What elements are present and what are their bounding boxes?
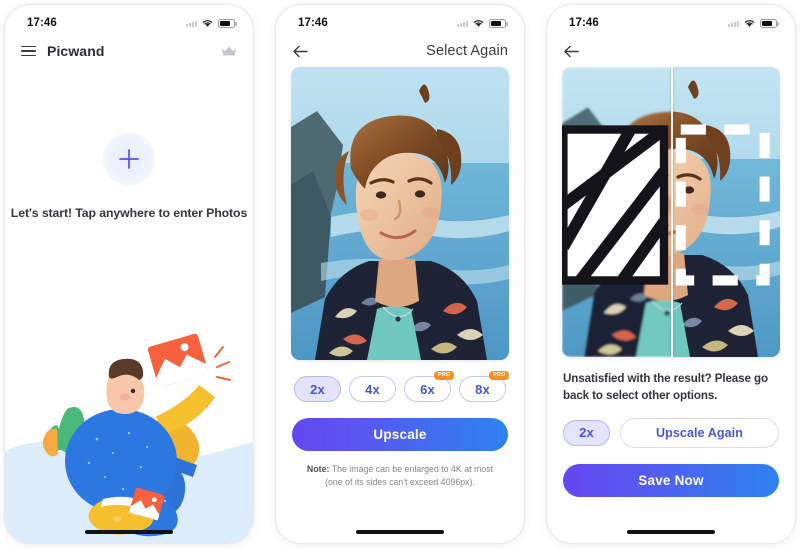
scale-option-label: 4x <box>365 381 380 397</box>
scale-option-label: 6x <box>420 381 435 397</box>
result-body: Unsatisfied with the result? Please go b… <box>547 67 795 543</box>
pro-badge: PRO <box>489 371 509 380</box>
back-arrow-icon[interactable] <box>563 44 580 59</box>
home-indicator <box>627 530 715 534</box>
result-message: Unsatisfied with the result? Please go b… <box>563 372 768 402</box>
note-line-1: The image can be enlarged to 4K at most <box>329 464 494 474</box>
status-icons <box>457 18 508 28</box>
hamburger-menu-icon[interactable] <box>21 45 36 57</box>
status-icons <box>728 18 779 28</box>
home-indicator <box>85 530 173 534</box>
plus-icon <box>119 149 139 169</box>
scale-option-label: 8x <box>475 381 490 397</box>
source-photo[interactable] <box>291 67 509 360</box>
app-title: Picwand <box>47 43 105 59</box>
compare-split-icon[interactable] <box>562 67 773 350</box>
scale-option-2x[interactable]: 2x <box>294 376 341 402</box>
photo-portrait <box>291 67 509 360</box>
note-line-2: (one of its sides can't exceed 4096px). <box>325 476 475 487</box>
status-bar: 17:46 <box>5 5 253 35</box>
scale-options-row: 2x 4x 6x PRO 8x PRO <box>292 371 509 402</box>
empty-state-hint: Let's start! Tap anywhere to enter Photo… <box>10 206 248 220</box>
wifi-icon <box>202 20 213 27</box>
status-bar: 17:46 <box>547 5 795 35</box>
status-time: 17:46 <box>27 17 57 29</box>
save-now-button[interactable]: Save Now <box>563 463 779 497</box>
scale-chip-2x[interactable]: 2x <box>563 419 610 446</box>
signal-dots-icon <box>728 19 739 27</box>
battery-icon <box>218 18 237 28</box>
home-indicator <box>356 530 444 534</box>
app-nav-bar: Select Again <box>276 35 524 67</box>
phone-screen-upscale-options: 17:46 Select Again 2x 4x 6x PRO 8x PRO U… <box>275 4 525 544</box>
home-empty-state[interactable]: Let's start! Tap anywhere to enter Photo… <box>5 67 253 543</box>
signal-dots-icon <box>186 19 197 27</box>
back-arrow-icon[interactable] <box>292 44 309 59</box>
upscale-options-body: 2x 4x 6x PRO 8x PRO Upscale Note: The im… <box>276 67 524 543</box>
wifi-icon <box>473 20 484 27</box>
result-actions-row: 2x Upscale Again <box>563 417 779 448</box>
scale-option-6x[interactable]: 6x PRO <box>404 371 454 402</box>
upscale-button[interactable]: Upscale <box>292 418 508 451</box>
wifi-icon <box>744 20 755 27</box>
phone-screen-result: 17:46 Unsatisfied with the result? Pleas… <box>546 4 796 544</box>
scale-option-8x[interactable]: 8x PRO <box>459 371 509 402</box>
status-time: 17:46 <box>298 17 328 29</box>
scale-option-label: 2x <box>310 381 325 397</box>
signal-dots-icon <box>457 19 468 27</box>
note-label: Note: <box>306 464 330 474</box>
scale-option-4x[interactable]: 4x <box>349 376 396 402</box>
app-nav-bar: Picwand <box>5 35 253 67</box>
battery-icon <box>760 18 779 28</box>
app-nav-bar <box>547 35 795 67</box>
battery-icon <box>489 18 508 28</box>
person-with-photos-illustration <box>5 333 253 543</box>
result-photo-comparison[interactable] <box>562 67 780 357</box>
screenshot-stage: 17:46 Picwand Let's start! Tap anywhere … <box>0 0 800 548</box>
scale-chip-label: 2x <box>579 425 594 441</box>
add-photo-button[interactable] <box>103 133 155 185</box>
status-time: 17:46 <box>569 17 599 29</box>
status-icons <box>186 18 237 28</box>
phone-screen-home: 17:46 Picwand Let's start! Tap anywhere … <box>4 4 254 544</box>
crown-icon[interactable] <box>221 45 237 57</box>
upscale-again-button[interactable]: Upscale Again <box>620 417 779 448</box>
select-again-button[interactable]: Select Again <box>426 43 508 59</box>
pro-badge: PRO <box>434 371 454 380</box>
upscale-note: Note: The image can be enlarged to 4K at… <box>305 463 495 489</box>
status-bar: 17:46 <box>276 5 524 35</box>
